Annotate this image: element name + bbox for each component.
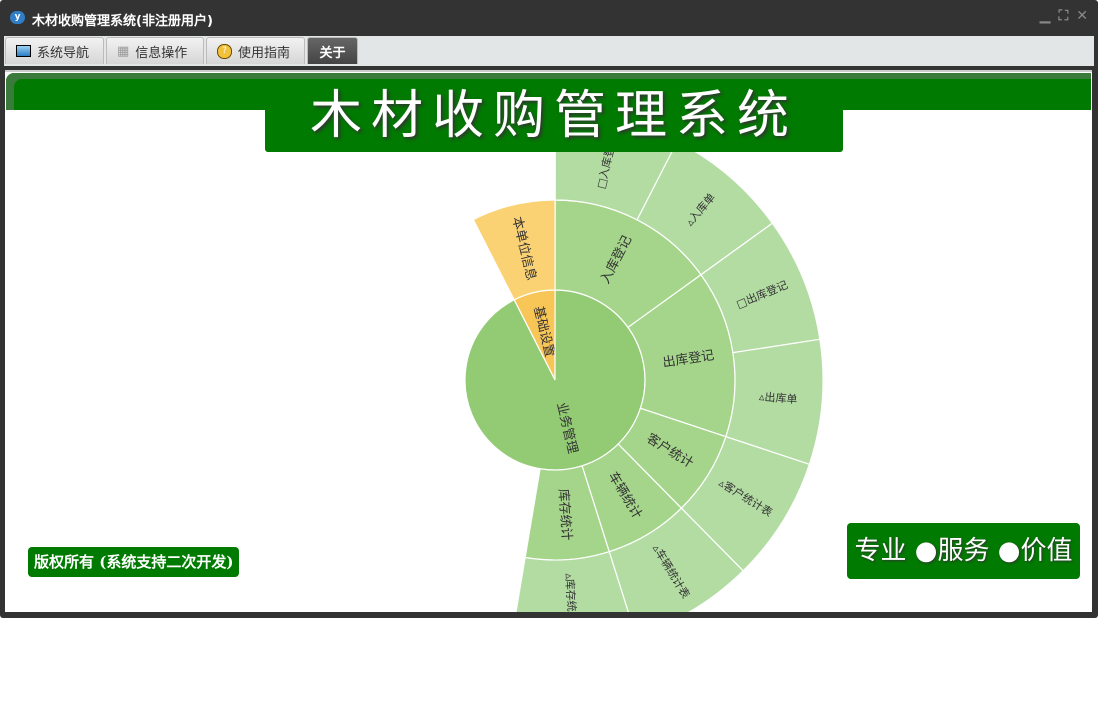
copyright-badge: 版权所有 (系统支持二次开发) xyxy=(28,547,240,577)
monitor-icon xyxy=(16,45,31,57)
sunburst-segment[interactable] xyxy=(472,199,556,301)
tab-label: 系统导航 xyxy=(37,45,90,61)
app-window: y 木材收购管理系统(非注册用户) ▁ ⛶ ✕ 系统导航 ▦ 信息操作 ? 使用指南… xyxy=(0,0,1098,618)
tab-label: 信息操作 xyxy=(135,45,188,61)
tab-bar: 系统导航 ▦ 信息操作 ? 使用指南 关于 xyxy=(4,36,1094,66)
tab-user-guide[interactable]: ? 使用指南 xyxy=(206,37,305,64)
window-title: 木材收购管理系统(非注册用户) xyxy=(32,14,213,29)
main-title: 木材收购管理系统 xyxy=(265,80,843,152)
help-icon: ? xyxy=(217,43,232,59)
restore-icon[interactable]: ⛶ xyxy=(1058,8,1068,24)
grid-icon: ▦ xyxy=(117,43,130,59)
app-logo-icon: y xyxy=(10,11,25,24)
tab-about[interactable]: 关于 xyxy=(307,37,358,64)
tab-label: 使用指南 xyxy=(238,45,291,61)
minimize-icon[interactable]: ▁ xyxy=(1040,8,1051,24)
close-icon[interactable]: ✕ xyxy=(1076,8,1088,24)
sunburst-segment[interactable] xyxy=(464,289,646,471)
title-bar: y 木材收购管理系统(非注册用户) ▁ ⛶ ✕ xyxy=(0,0,1098,36)
tab-system-nav[interactable]: 系统导航 xyxy=(5,37,104,64)
slogan-badge: 专业 ●服务 ●价值 xyxy=(847,523,1080,579)
tab-info-ops[interactable]: ▦ 信息操作 xyxy=(106,37,204,64)
about-panel: 基础设置 本单位信息 业务管理 入库登记 □入库登记 ▵入库单 出库登记 □出库登记 ▵出库单客… xyxy=(5,70,1092,612)
tab-label: 关于 xyxy=(319,45,346,61)
